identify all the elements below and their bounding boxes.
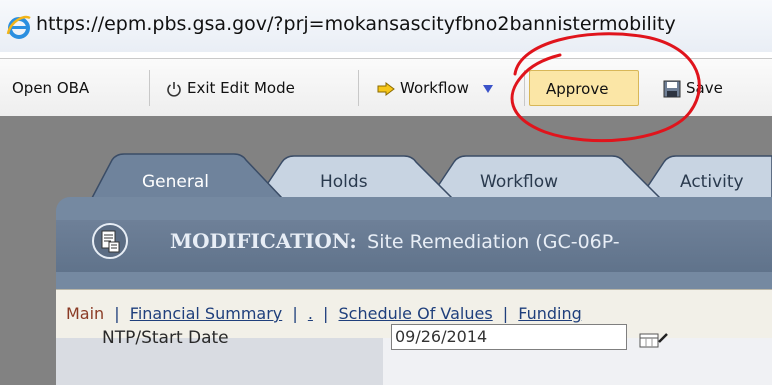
exit-edit-mode-label: Exit Edit Mode	[187, 79, 295, 97]
nav-financial-summary[interactable]: Financial Summary	[130, 304, 282, 323]
tab-holds-label: Holds	[320, 172, 368, 192]
dropdown-arrow-icon	[482, 84, 493, 93]
save-label: Save	[686, 79, 723, 97]
workflow-label: Workflow	[400, 79, 469, 97]
nav-separator: |	[502, 304, 509, 323]
tab-workflow-label: Workflow	[480, 172, 559, 192]
arrow-right-icon	[377, 81, 395, 96]
tab-general-label: General	[142, 172, 209, 192]
nav-separator: |	[323, 304, 329, 323]
address-bar: https://epm.pbs.gsa.gov/?prj=mokansascit…	[0, 0, 772, 52]
record-name: Site Remediation (GC-06P-	[367, 231, 620, 253]
app-content-area: General Holds Workflow Activity MODIFICA…	[0, 116, 772, 385]
approve-button[interactable]: Approve	[529, 70, 639, 106]
power-icon	[167, 81, 181, 97]
workflow-button[interactable]: Workflow	[359, 70, 525, 106]
floppy-disk-icon	[663, 80, 681, 97]
ie-logo-icon	[6, 15, 31, 39]
nav-main[interactable]: Main	[66, 304, 104, 323]
open-oba-label: Open OBA	[12, 79, 90, 97]
action-toolbar: Open OBA Exit Edit Mode Workflow Approve…	[0, 58, 772, 117]
tab-strip	[91, 153, 772, 198]
url-text[interactable]: https://epm.pbs.gsa.gov/?prj=mokansascit…	[36, 13, 676, 35]
record-type-label: MODIFICATION:	[170, 229, 357, 253]
nav-separator: |	[114, 304, 120, 323]
ntp-start-date-label: NTP/Start Date	[102, 328, 229, 348]
tab-activity-label: Activity	[680, 172, 744, 192]
save-button[interactable]: Save	[645, 70, 765, 106]
approve-label: Approve	[546, 80, 609, 98]
nav-separator: |	[292, 304, 298, 323]
modification-document-icon	[92, 223, 128, 259]
record-title: MODIFICATION: Site Remediation (GC-06P-	[170, 229, 620, 253]
nav-dot-link[interactable]: .	[308, 304, 313, 323]
form-label-cell: NTP/Start Date	[56, 328, 383, 385]
form-row: NTP/Start Date 09/26/2014	[56, 324, 772, 385]
open-oba-button[interactable]: Open OBA	[4, 70, 150, 106]
exit-edit-mode-button[interactable]: Exit Edit Mode	[150, 70, 359, 106]
nav-schedule-of-values[interactable]: Schedule Of Values	[339, 304, 493, 323]
nav-funding[interactable]: Funding	[518, 304, 582, 323]
ntp-start-date-input[interactable]: 09/26/2014	[391, 324, 627, 350]
calendar-picker-icon[interactable]	[639, 332, 669, 348]
